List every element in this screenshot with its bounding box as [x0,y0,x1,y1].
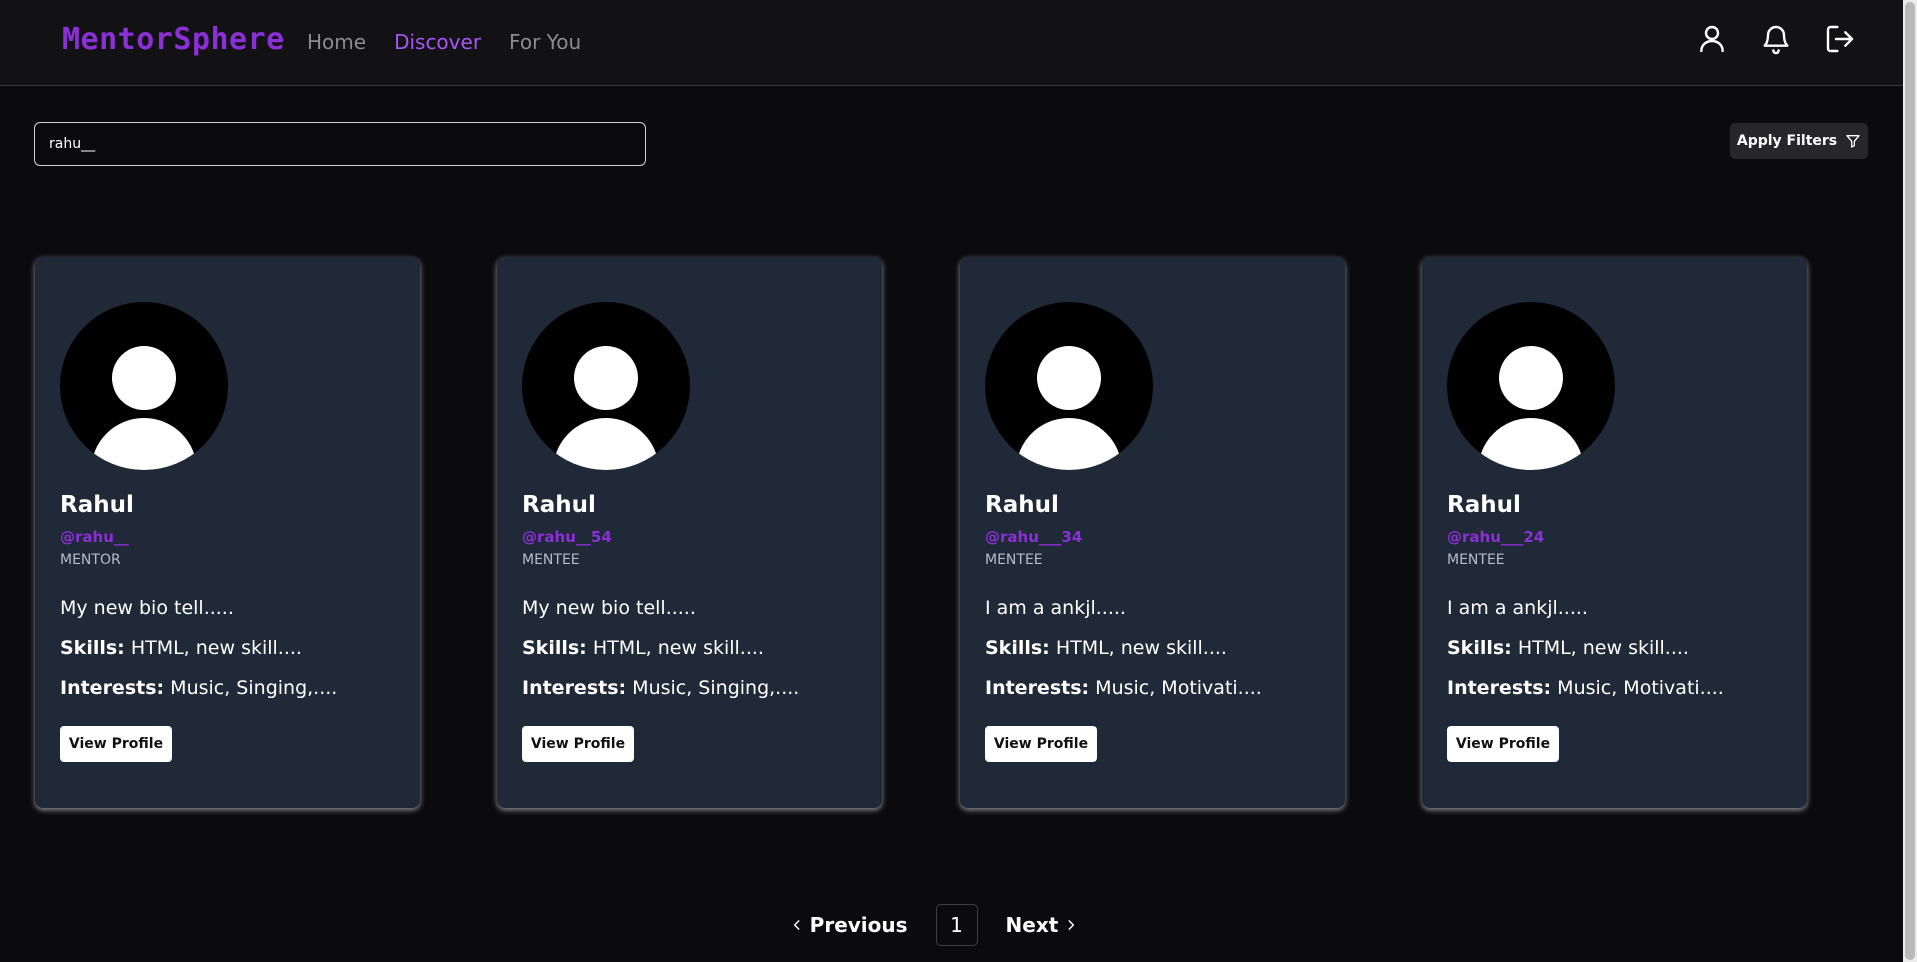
profile-card: Rahul @rahu__54 MENTEE My new bio tell..… [497,257,882,808]
nav-icon-group [1693,20,1859,58]
avatar-head [1499,346,1563,410]
profile-bio: My new bio tell..... [522,597,696,619]
avatar-head [112,346,176,410]
skills-label: Skills: [60,637,125,659]
pager-controls: Previous 1 Next [784,904,1085,946]
avatar [60,302,228,470]
profile-name: Rahul [985,492,1059,518]
view-profile-button[interactable]: View Profile [985,726,1097,762]
avatar-head [1037,346,1101,410]
view-profile-button[interactable]: View Profile [60,726,172,762]
next-label: Next [1005,913,1059,937]
profile-handle: @rahu___34 [985,528,1083,546]
interests-value: Music, Singing,.... [170,677,338,699]
profile-skills: Skills: HTML, new skill.... [522,637,764,659]
profile-role: MENTOR [60,552,121,568]
profile-role: MENTEE [985,552,1043,568]
profile-interests: Interests: Music, Motivati.... [1447,677,1724,699]
current-page-number[interactable]: 1 [935,904,978,946]
top-navbar: MentorSphere Home Discover For You [0,0,1903,86]
profile-bio: I am a ankjl..... [1447,597,1588,619]
profile-name: Rahul [522,492,596,518]
interests-label: Interests: [985,677,1090,699]
nav-link-discover[interactable]: Discover [394,30,481,54]
filter-icon [1846,135,1860,148]
skills-label: Skills: [522,637,587,659]
bell-icon[interactable] [1757,20,1795,58]
view-profile-button[interactable]: View Profile [1447,726,1559,762]
profile-name: Rahul [60,492,134,518]
profile-skills: Skills: HTML, new skill.... [985,637,1227,659]
interests-value: Music, Motivati.... [1557,677,1724,699]
profile-interests: Interests: Music, Singing,.... [60,677,337,699]
next-page-button[interactable]: Next [1000,912,1085,938]
interests-label: Interests: [60,677,165,699]
profile-interests: Interests: Music, Motivati.... [985,677,1262,699]
avatar-body [553,418,659,470]
chevron-right-icon [1068,920,1075,930]
logout-icon[interactable] [1821,20,1859,58]
user-icon[interactable] [1693,20,1731,58]
apply-filters-label: Apply Filters [1736,133,1838,149]
skills-value: HTML, new skill.... [1517,637,1689,659]
profile-card: Rahul @rahu___24 MENTEE I am a ankjl....… [1422,257,1807,808]
skills-value: HTML, new skill.... [1055,637,1227,659]
skills-label: Skills: [985,637,1050,659]
profile-interests: Interests: Music, Singing,.... [522,677,799,699]
skills-value: HTML, new skill.... [592,637,764,659]
profile-skills: Skills: HTML, new skill.... [60,637,302,659]
avatar [522,302,690,470]
interests-value: Music, Motivati.... [1095,677,1262,699]
profile-role: MENTEE [522,552,580,568]
search-input[interactable] [34,122,646,166]
profile-name: Rahul [1447,492,1521,518]
avatar [1447,302,1615,470]
profile-bio: My new bio tell..... [60,597,234,619]
interests-label: Interests: [1447,677,1552,699]
nav-links: Home Discover For You [307,30,581,54]
nav-link-home[interactable]: Home [307,30,366,54]
interests-value: Music, Singing,.... [632,677,800,699]
nav-link-for-you[interactable]: For You [509,30,581,54]
pagination: Previous 1 Next [0,904,1917,946]
chevron-left-icon [793,920,800,930]
profile-handle: @rahu___24 [1447,528,1545,546]
apply-filters-button[interactable]: Apply Filters [1730,123,1868,159]
profile-handle: @rahu__ [60,528,129,546]
profile-card: Rahul @rahu___34 MENTEE I am a ankjl....… [960,257,1345,808]
scrollbar-thumb[interactable] [1905,2,1915,960]
avatar [985,302,1153,470]
skills-label: Skills: [1447,637,1512,659]
previous-page-button[interactable]: Previous [784,912,914,938]
profile-card: Rahul @rahu__ MENTOR My new bio tell....… [35,257,420,808]
previous-label: Previous [809,913,908,937]
app-logo[interactable]: MentorSphere [62,22,285,57]
view-profile-button[interactable]: View Profile [522,726,634,762]
vertical-scrollbar[interactable] [1903,0,1917,962]
avatar-head [574,346,638,410]
avatar-body [1478,418,1584,470]
avatar-body [91,418,197,470]
app-root: MentorSphere Home Discover For You rahu_… [0,0,1917,962]
avatar-body [1016,418,1122,470]
profile-role: MENTEE [1447,552,1505,568]
profile-handle: @rahu__54 [522,528,612,546]
profile-skills: Skills: HTML, new skill.... [1447,637,1689,659]
interests-label: Interests: [522,677,627,699]
skills-value: HTML, new skill.... [130,637,302,659]
profile-bio: I am a ankjl..... [985,597,1126,619]
